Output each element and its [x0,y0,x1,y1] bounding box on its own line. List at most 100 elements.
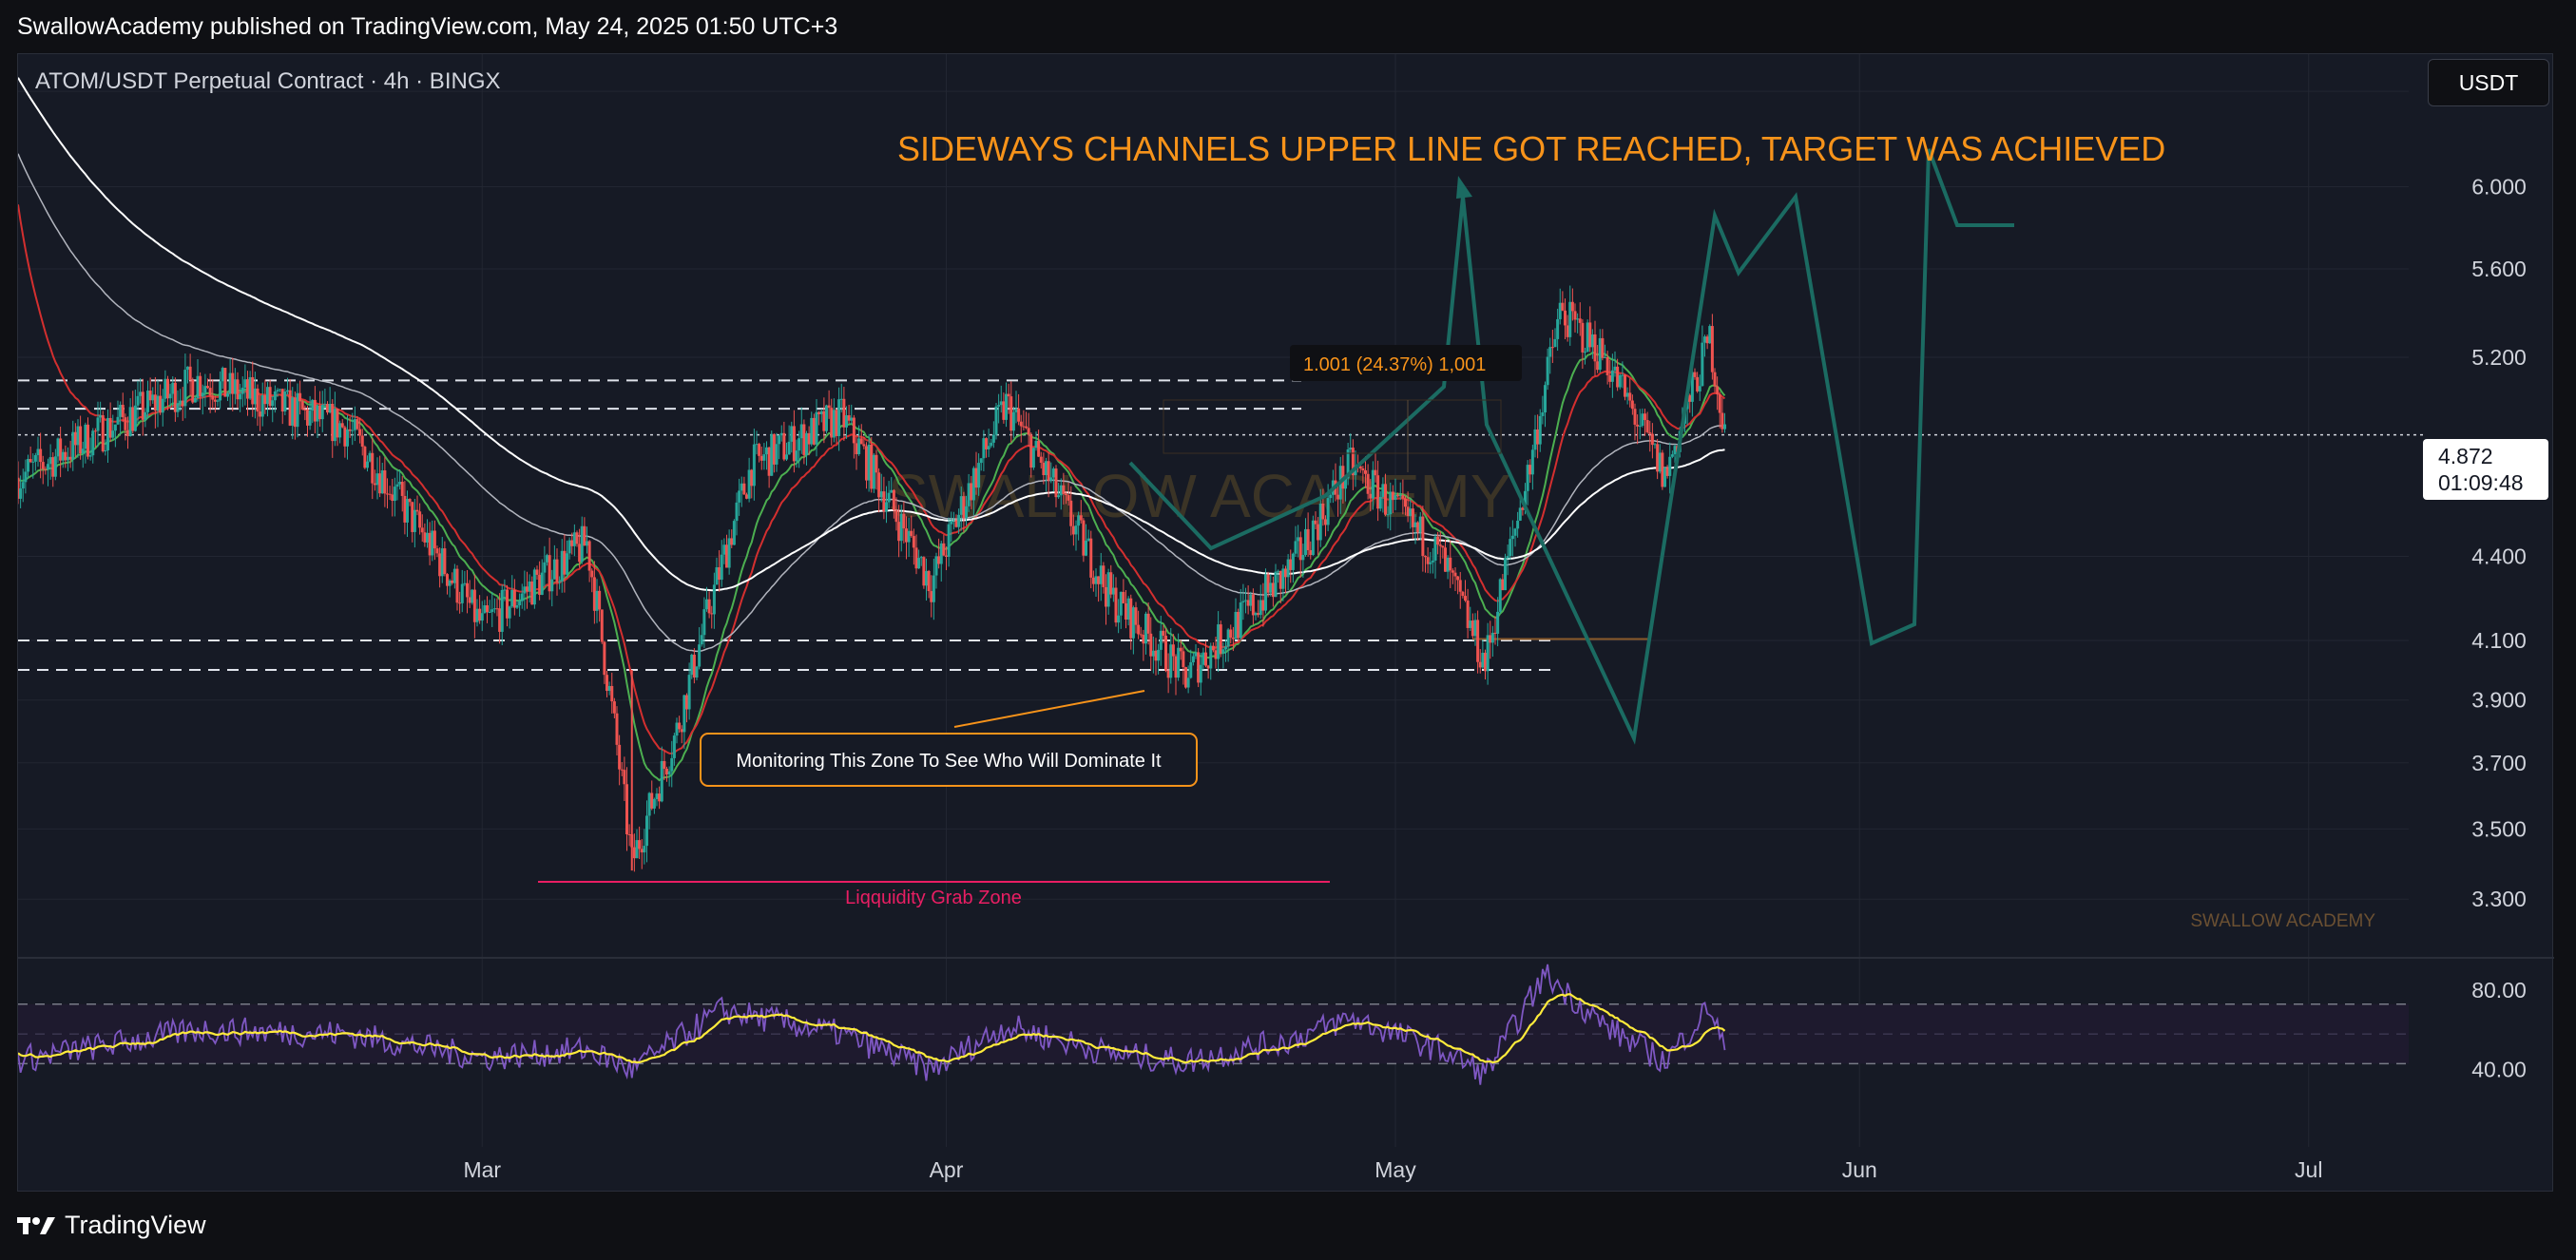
candle-body [742,483,746,495]
candle-body [1630,400,1634,410]
candle-body [991,434,995,443]
candle-body [418,511,422,528]
candle-body [463,582,467,584]
candle-body [348,429,352,431]
candle-body [240,387,244,394]
monitoring-text: Monitoring This Zone To See Who Will Dom… [736,751,1162,772]
candle-body [233,379,237,394]
candle-body [592,577,596,611]
candle-body [1119,591,1123,616]
candle-body [1002,401,1006,420]
ema-slow [17,153,1725,653]
candle-body [770,433,774,476]
candle-body [490,609,494,612]
time-tick-label: May [1375,1157,1416,1182]
time-axis[interactable]: Mar Apr May Jun Jul [463,1157,2322,1182]
candle-body [81,449,85,454]
candle-body [772,433,776,465]
brand-name[interactable]: TradingView [65,1211,206,1240]
candle-body [268,387,272,407]
candle-body [540,572,544,595]
candle-body [647,792,651,816]
candle-body [570,540,574,546]
candle-body [1065,493,1067,496]
candle-body [1278,570,1282,589]
candle-body [875,454,878,473]
candle-body [1361,468,1365,470]
candle-body [600,609,604,642]
candle-body [1037,441,1041,457]
chart-canvas[interactable]: SWALLOW ACADEMY 1.001 (24.37%) 1,001 SID… [16,54,2554,1193]
candle-body [930,591,933,602]
candle-body [1079,515,1083,521]
measure-label: 1.001 (24.37%) 1,001 [1303,354,1486,375]
candle-body [618,744,622,770]
candle-body [640,849,644,853]
candle-body [411,502,414,532]
candle-body [1528,465,1532,475]
candle-body [1433,536,1437,561]
candle-body [1413,522,1417,527]
candle-body [328,403,332,413]
price-tick-label: 3.700 [2471,751,2527,775]
candle-body [71,431,75,460]
candle-body [104,449,107,452]
candle-body [1510,535,1514,540]
candle-body [41,462,45,469]
liquidity-label: Liqquidity Grab Zone [845,888,1022,908]
candle-body [259,411,262,417]
candle-body [468,597,471,603]
candle-body [1663,468,1666,487]
candle-body [1086,538,1090,541]
candle-body [126,430,129,436]
candle-body [1593,334,1597,362]
candle-body [1601,337,1605,358]
candle-body [1424,556,1427,558]
candle-body [206,386,209,389]
candle-body [346,429,349,447]
candle-body [466,582,469,598]
candle-body [702,609,706,636]
candle-body [1082,520,1086,556]
time-tick-label: Mar [463,1157,501,1182]
candle-body [443,548,447,575]
tradingview-logo-icon[interactable] [17,1215,55,1236]
candle-body [1436,536,1440,545]
candle-body [897,522,901,542]
candle-body [1703,336,1706,343]
candle-body [84,424,87,449]
candle-body [598,590,602,610]
candle-body [1317,524,1320,541]
currency-button[interactable]: USDT [2428,59,2549,106]
rsi-pane[interactable] [17,964,2409,1085]
candle-body [146,391,149,412]
candle-body [483,605,487,614]
candle-body [320,405,324,420]
candle-body [563,550,567,575]
candle-body [1406,506,1410,517]
candle-body [1114,587,1118,623]
candle-body [358,429,362,436]
candle-body [296,392,299,428]
candle-body [226,393,229,397]
current-price: 4.872 [2438,444,2493,468]
candle-body [1456,576,1460,581]
candle-body [96,417,100,431]
candle-body [1324,519,1327,525]
candle-body [311,399,315,411]
candle-body [1182,651,1185,668]
candle-body [1558,302,1562,319]
candle-body [839,398,843,400]
candle-body [1496,611,1500,634]
chart-frame[interactable]: SWALLOW ACADEMY 1.001 (24.37%) 1,001 SID… [16,53,2554,1193]
candle-body [1493,632,1497,634]
candle-body [508,606,511,619]
candle-body [590,570,594,578]
candle-body [572,532,576,546]
candle-body [515,605,519,608]
candle-body [715,566,719,585]
price-axis[interactable]: 6.5006.0005.6005.2004.4004.1003.9003.700… [2471,79,2527,1082]
candle-body [1530,449,1534,475]
candle-body [1516,520,1520,529]
candle-body [1586,322,1589,353]
